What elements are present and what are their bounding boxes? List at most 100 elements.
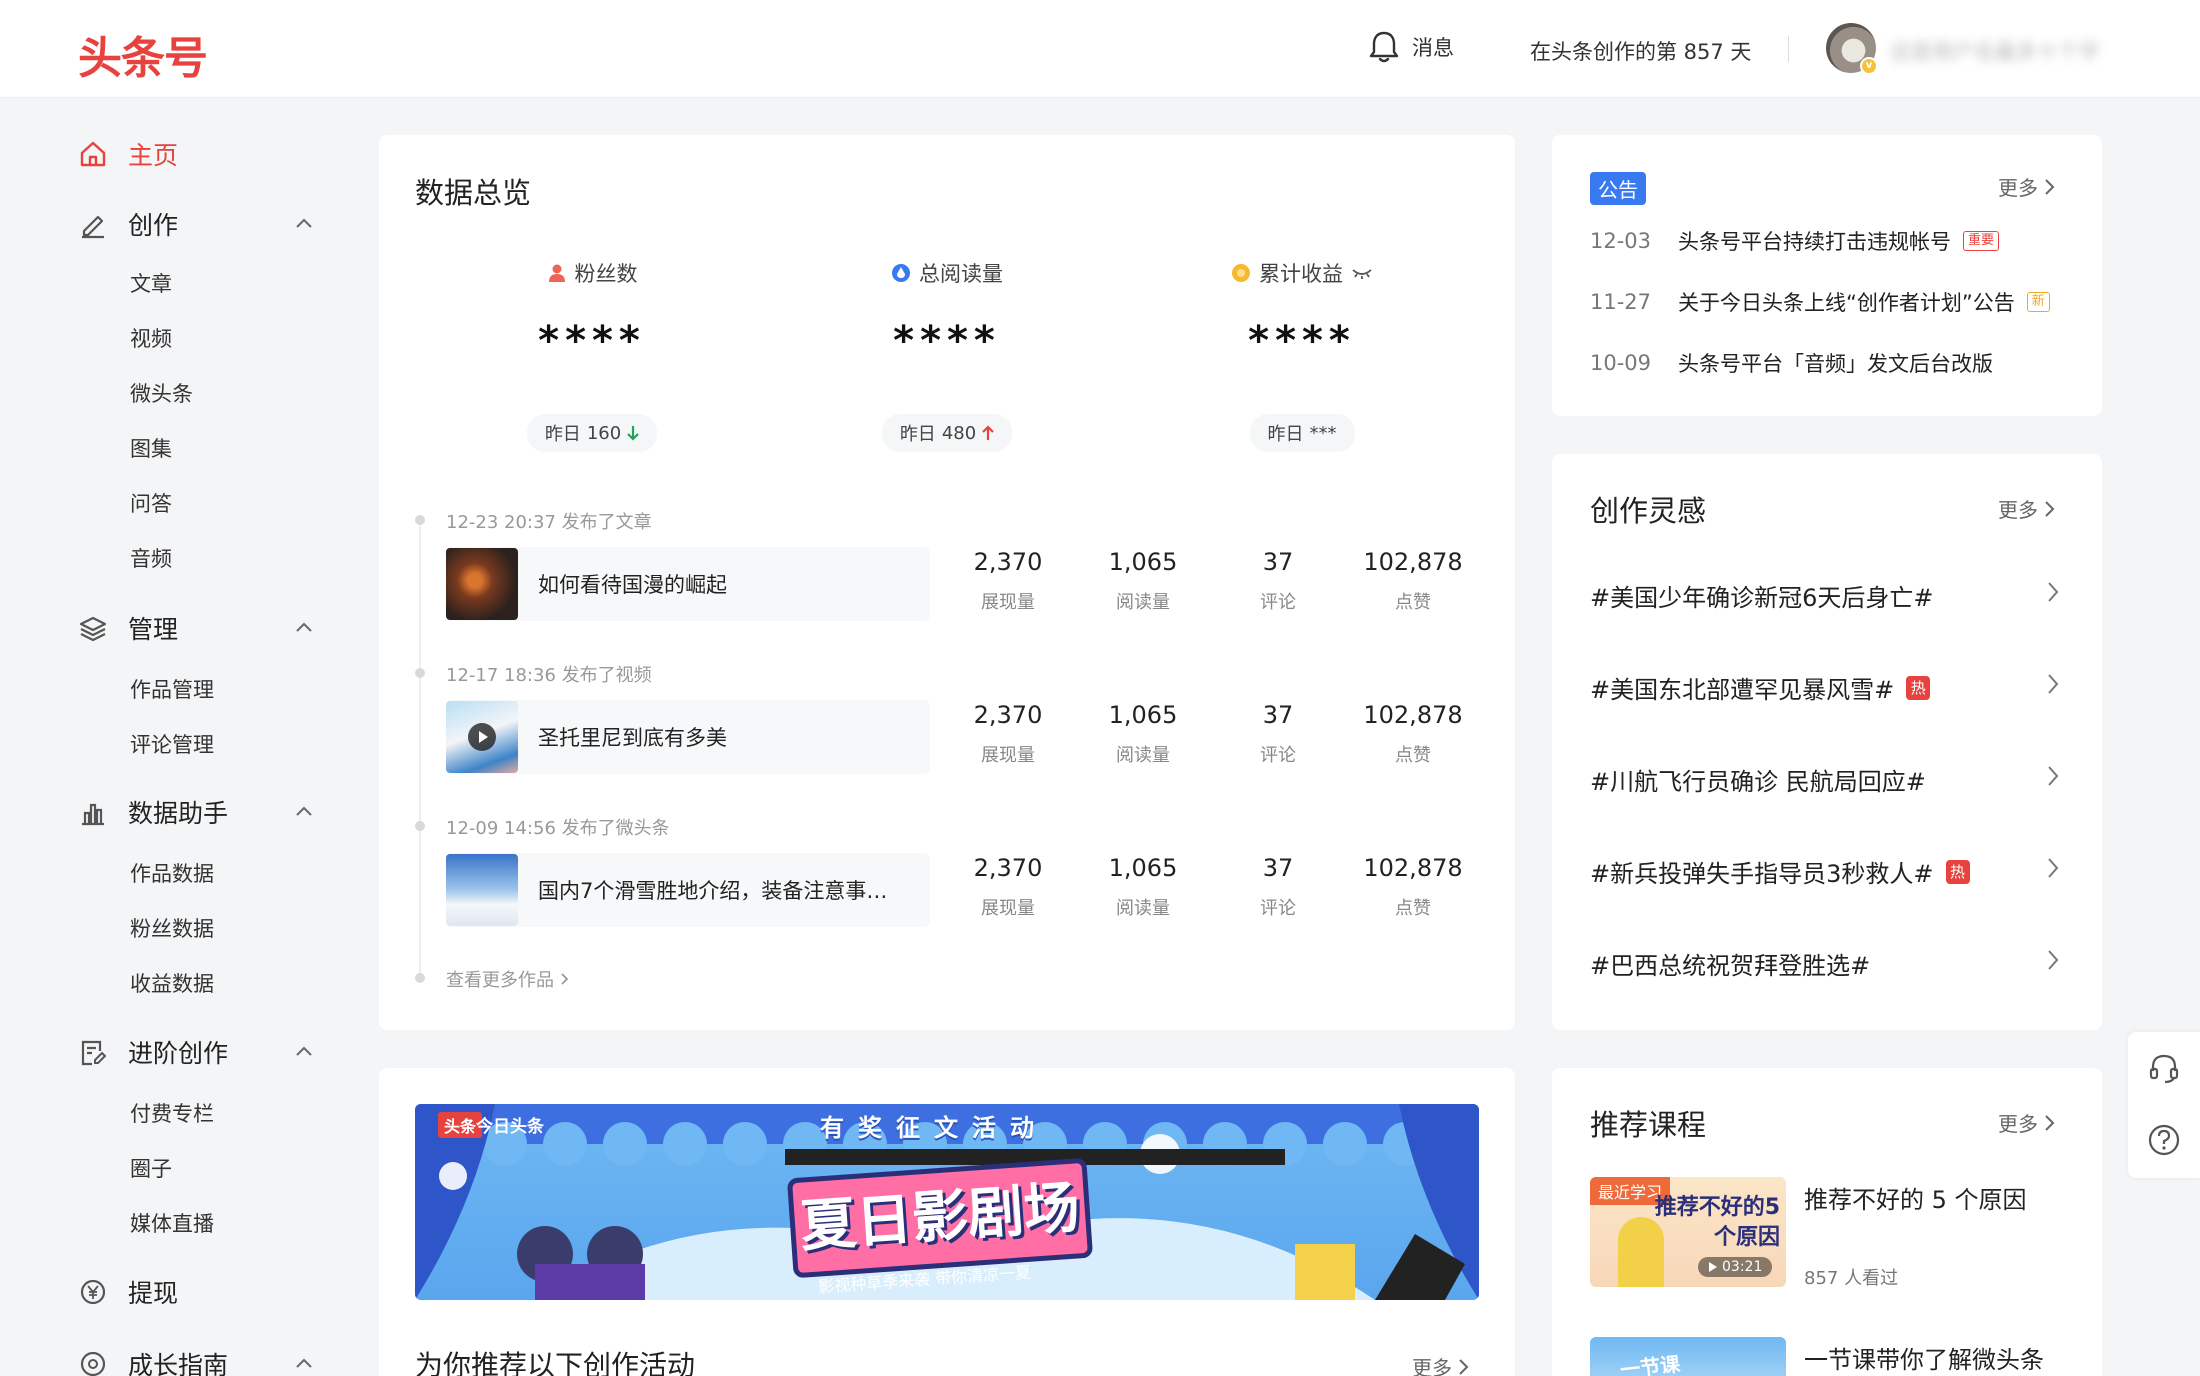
user-name[interactable]: 这是用户名最多十个字 bbox=[1890, 36, 2100, 66]
compass-icon bbox=[78, 1349, 108, 1376]
course-thumbnail[interactable]: 最近学习 推荐不好的5个原因 03:21 bbox=[1590, 1177, 1786, 1287]
stat-name: 累计收益 bbox=[1259, 262, 1343, 286]
stat-reads[interactable]: 总阅读量 **** 昨日 480 bbox=[797, 258, 1097, 452]
post-metric-comments: 37 评论 bbox=[1208, 854, 1348, 920]
metric-label: 阅读量 bbox=[1116, 745, 1170, 766]
activities-more-link[interactable]: 更多 bbox=[1412, 1352, 1470, 1376]
topic-item[interactable]: #美国少年确诊新冠6天后身亡# bbox=[1590, 578, 2060, 613]
course-title[interactable]: 推荐不好的 5 个原因 bbox=[1804, 1180, 2027, 1215]
topic-item[interactable]: #巴西总统祝贺拜登胜选# bbox=[1590, 946, 2060, 981]
messages-button[interactable]: 消息 bbox=[1368, 30, 1454, 64]
eye-closed-icon[interactable] bbox=[1351, 266, 1373, 280]
notice-tag: 公告 bbox=[1590, 172, 1646, 205]
inspiration-more-link[interactable]: 更多 bbox=[1998, 494, 2056, 523]
course-thumbnail[interactable]: 一节课 bbox=[1590, 1337, 1786, 1376]
stat-fans[interactable]: 粉丝数 **** 昨日 160 bbox=[442, 258, 742, 452]
notices-more-link[interactable]: 更多 bbox=[1998, 172, 2056, 201]
yesterday-label: 昨日 bbox=[544, 424, 581, 445]
sidebar-group-create[interactable]: 创作 bbox=[78, 206, 314, 242]
sidebar-item-income-data[interactable]: 收益数据 bbox=[130, 968, 214, 998]
post-meta: 12-17 18:36 发布了视频 bbox=[446, 665, 652, 686]
sidebar-group-growth[interactable]: 成长指南 bbox=[78, 1346, 314, 1376]
banner-main-text: 夏日影剧场 bbox=[786, 1157, 1094, 1279]
chevron-up-icon[interactable] bbox=[294, 802, 314, 822]
pen-icon bbox=[78, 209, 108, 239]
course-title[interactable]: 一节课带你了解微头条 bbox=[1804, 1340, 2044, 1375]
yesterday-label: 昨日 bbox=[899, 424, 936, 445]
sidebar-group-data[interactable]: 数据助手 bbox=[78, 794, 314, 830]
layers-icon bbox=[78, 613, 108, 643]
courses-title: 推荐课程 bbox=[1590, 1108, 1707, 1142]
more-label: 更多 bbox=[1998, 1112, 2038, 1136]
sidebar-item-video[interactable]: 视频 bbox=[130, 323, 172, 353]
metric-label: 点赞 bbox=[1395, 898, 1431, 919]
sidebar-item-fans-data[interactable]: 粉丝数据 bbox=[130, 913, 214, 943]
customer-service-button[interactable] bbox=[2128, 1032, 2200, 1104]
topic-item[interactable]: #川航飞行员确诊 民航局回应# bbox=[1590, 762, 2060, 797]
more-label: 更多 bbox=[1998, 498, 2038, 522]
notice-item[interactable]: 10-09 头条号平台「音频」发文后台改版 bbox=[1590, 348, 1993, 378]
messages-label: 消息 bbox=[1412, 36, 1454, 60]
more-works-label: 查看更多作品 bbox=[446, 970, 554, 991]
metric-value: 37 bbox=[1262, 548, 1294, 576]
chevron-right-icon bbox=[2048, 858, 2059, 878]
yesterday-label: 昨日 bbox=[1267, 424, 1304, 445]
important-badge: 重要 bbox=[1963, 231, 2000, 251]
chevron-right-icon bbox=[2045, 1114, 2055, 1131]
chevron-up-icon[interactable] bbox=[294, 618, 314, 638]
more-works-link[interactable]: 查看更多作品 bbox=[446, 966, 570, 992]
notice-date: 10-09 bbox=[1590, 351, 1652, 375]
topic-item[interactable]: #美国东北部遭罕见暴风雪# 热 bbox=[1590, 670, 2060, 705]
post-meta: 12-23 20:37 发布了文章 bbox=[446, 512, 652, 533]
sidebar-item-live[interactable]: 媒体直播 bbox=[130, 1208, 214, 1238]
chevron-right-icon bbox=[2048, 766, 2059, 786]
stat-income[interactable]: 累计收益 **** 昨日 *** bbox=[1152, 258, 1452, 452]
post-item[interactable]: 圣托里尼到底有多美 bbox=[446, 700, 930, 774]
sidebar-item-paid-column[interactable]: 付费专栏 bbox=[130, 1098, 214, 1128]
sidebar-item-micro[interactable]: 微头条 bbox=[130, 378, 193, 408]
header-divider bbox=[1788, 36, 1789, 62]
chevron-up-icon[interactable] bbox=[294, 1354, 314, 1374]
courses-more-link[interactable]: 更多 bbox=[1998, 1108, 2056, 1137]
sidebar-group-label: 管理 bbox=[128, 615, 179, 644]
logo[interactable]: 头条号 bbox=[78, 22, 208, 86]
stat-yesterday: 昨日 *** bbox=[1249, 414, 1355, 452]
sidebar-item-circle[interactable]: 圈子 bbox=[130, 1153, 172, 1183]
topic-item[interactable]: #新兵投弹失手指导员3秒救人# 热 bbox=[1590, 854, 2060, 889]
metric-value: 102,878 bbox=[1363, 548, 1463, 576]
topic-text: #新兵投弹失手指导员3秒救人# bbox=[1590, 860, 1934, 888]
banner-main-label: 夏日影剧场 bbox=[798, 1175, 1082, 1260]
post-metric-comments: 37 评论 bbox=[1208, 548, 1348, 614]
chevron-up-icon[interactable] bbox=[294, 214, 314, 234]
sidebar-item-audio[interactable]: 音频 bbox=[130, 543, 172, 573]
post-meta: 12-09 14:56 发布了微头条 bbox=[446, 818, 670, 839]
sidebar-item-works-manage[interactable]: 作品管理 bbox=[130, 674, 214, 704]
chevron-up-icon[interactable] bbox=[294, 1042, 314, 1062]
yesterday-delta: 480 bbox=[941, 422, 977, 444]
post-thumbnail bbox=[446, 548, 518, 620]
sidebar-group-advanced[interactable]: 进阶创作 bbox=[78, 1034, 314, 1070]
sidebar-item-qa[interactable]: 问答 bbox=[130, 488, 172, 518]
chevron-right-icon bbox=[2045, 178, 2055, 195]
sidebar-item-withdraw[interactable]: 提现 bbox=[78, 1274, 314, 1310]
post-item[interactable]: 国内7个滑雪胜地介绍，装备注意事项，超详细攻略 bbox=[446, 853, 930, 927]
notice-item[interactable]: 12-03 头条号平台持续打击违规帐号 重要 bbox=[1590, 226, 2000, 256]
notice-item[interactable]: 11-27 关于今日头条上线“创作者计划”公告 新 bbox=[1590, 287, 2050, 317]
post-metric-impressions: 2,370 展现量 bbox=[938, 701, 1078, 767]
chevron-right-icon bbox=[2048, 674, 2059, 694]
sidebar-item-gallery[interactable]: 图集 bbox=[130, 433, 172, 463]
banner-title: 有奖征文活动 bbox=[820, 1114, 1048, 1142]
user-avatar[interactable]: v bbox=[1826, 23, 1878, 75]
sidebar-item-comments-manage[interactable]: 评论管理 bbox=[130, 729, 214, 759]
help-button[interactable] bbox=[2128, 1104, 2200, 1176]
metric-label: 阅读量 bbox=[1116, 592, 1170, 613]
sidebar-item-works-data[interactable]: 作品数据 bbox=[130, 858, 214, 888]
creation-days: 在头条创作的第 857 天 bbox=[1530, 40, 1752, 64]
post-metric-impressions: 2,370 展现量 bbox=[938, 548, 1078, 614]
topic-text: #巴西总统祝贺拜登胜选# bbox=[1590, 952, 1871, 980]
post-metric-comments: 37 评论 bbox=[1208, 701, 1348, 767]
post-item[interactable]: 如何看待国漫的崛起 bbox=[446, 547, 930, 621]
sidebar-item-home[interactable]: 主页 bbox=[78, 136, 314, 172]
sidebar-item-article[interactable]: 文章 bbox=[130, 268, 172, 298]
sidebar-group-manage[interactable]: 管理 bbox=[78, 610, 314, 646]
